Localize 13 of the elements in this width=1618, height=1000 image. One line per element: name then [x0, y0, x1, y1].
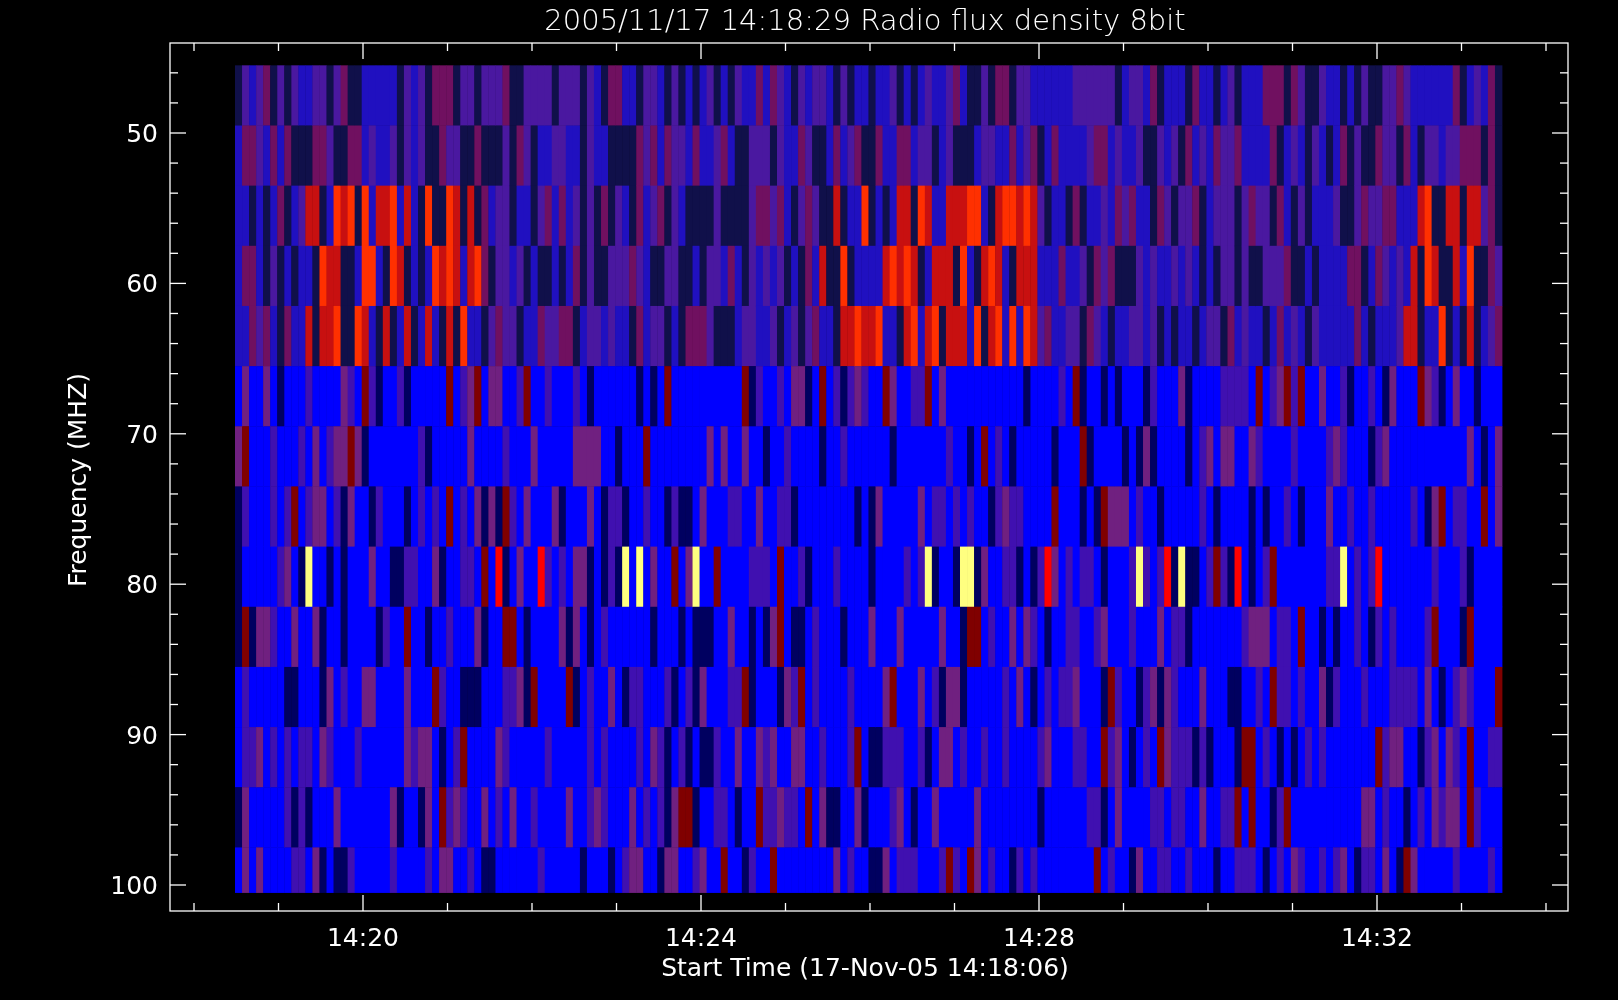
- x-tick-label: 14:24: [665, 923, 737, 952]
- y-tick-label: 70: [126, 419, 158, 449]
- y-tick-label: 50: [126, 119, 158, 148]
- y-tick-label: 60: [126, 269, 158, 299]
- y-tick-label: 100: [110, 871, 158, 900]
- x-axis-label: Start Time (17-Nov-05 14:18:06): [661, 953, 1069, 982]
- y-tick-label: 80: [126, 570, 158, 600]
- x-tick-label: 14:28: [1003, 923, 1075, 952]
- y-axis-label: Frequency (MHZ): [63, 372, 92, 588]
- y-tick-label: 90: [126, 720, 158, 750]
- x-tick-label: 14:32: [1341, 923, 1413, 952]
- plot-title: 2005/11/17 14:18:29 Radio flux density 8bit: [544, 3, 1186, 37]
- x-tick-label: 14:20: [327, 923, 399, 952]
